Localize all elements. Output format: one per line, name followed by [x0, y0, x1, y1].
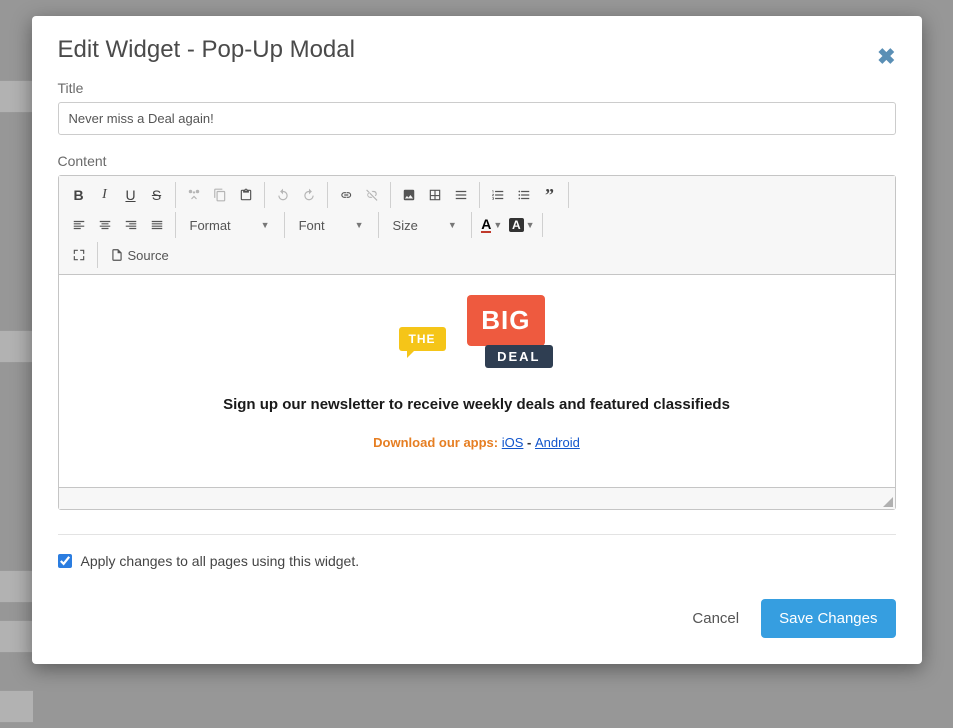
close-icon[interactable]: ✖	[877, 46, 895, 68]
bold-icon[interactable]: B	[67, 182, 91, 208]
rich-text-editor: B I U S	[58, 175, 896, 510]
save-changes-button[interactable]: Save Changes	[761, 599, 895, 638]
size-label: Size	[393, 218, 418, 233]
editor-toolbar: B I U S	[59, 176, 895, 275]
italic-icon[interactable]: I	[93, 182, 117, 208]
content-label: Content	[58, 153, 896, 169]
horizontal-rule-icon[interactable]	[449, 182, 473, 208]
download-label: Download our apps:	[373, 435, 498, 450]
modal-overlay: Edit Widget - Pop-Up Modal ✖ Title Conte…	[0, 0, 953, 728]
unlink-icon[interactable]	[360, 182, 384, 208]
undo-icon[interactable]	[271, 182, 295, 208]
chevron-down-icon: ▼	[526, 220, 535, 230]
numbered-list-icon[interactable]	[486, 182, 510, 208]
bg-color-button[interactable]: A▼	[508, 213, 536, 237]
blockquote-icon[interactable]: ”	[538, 182, 562, 208]
maximize-icon[interactable]	[67, 242, 91, 268]
align-left-icon[interactable]	[67, 212, 91, 238]
edit-widget-modal: Edit Widget - Pop-Up Modal ✖ Title Conte…	[32, 16, 922, 664]
format-label: Format	[190, 218, 231, 233]
android-link[interactable]: Android	[535, 435, 580, 450]
image-icon[interactable]	[397, 182, 421, 208]
modal-title: Edit Widget - Pop-Up Modal	[58, 36, 896, 64]
modal-footer: Cancel Save Changes	[32, 569, 922, 664]
bullet-list-icon[interactable]	[512, 182, 536, 208]
source-label: Source	[128, 248, 169, 263]
underline-icon[interactable]: U	[119, 182, 143, 208]
big-deal-logo: THE BIG DEAL	[399, 295, 555, 373]
modal-header: Edit Widget - Pop-Up Modal ✖	[32, 16, 922, 74]
apply-all-checkbox[interactable]	[58, 554, 72, 568]
logo-deal: DEAL	[485, 345, 552, 368]
align-center-icon[interactable]	[93, 212, 117, 238]
apply-all-label: Apply changes to all pages using this wi…	[81, 553, 360, 569]
separator: -	[527, 435, 535, 450]
chevron-down-icon: ▼	[448, 220, 457, 230]
title-input[interactable]	[58, 102, 896, 135]
link-icon[interactable]	[334, 182, 358, 208]
logo-the: THE	[399, 327, 446, 351]
chevron-down-icon: ▼	[355, 220, 364, 230]
font-label: Font	[299, 218, 325, 233]
align-justify-icon[interactable]	[145, 212, 169, 238]
newsletter-headline: Sign up our newsletter to receive weekly…	[71, 396, 883, 413]
cancel-button[interactable]: Cancel	[692, 610, 739, 627]
title-label: Title	[58, 80, 896, 96]
size-select[interactable]: Size ▼	[385, 212, 465, 238]
text-color-button[interactable]: A▼	[478, 213, 506, 237]
download-apps-line: Download our apps: iOS - Android	[71, 435, 883, 450]
modal-body: Title Content B I U S	[32, 74, 922, 569]
ios-link[interactable]: iOS	[502, 435, 524, 450]
copy-icon[interactable]	[208, 182, 232, 208]
align-right-icon[interactable]	[119, 212, 143, 238]
font-select[interactable]: Font ▼	[291, 212, 372, 238]
chevron-down-icon: ▼	[261, 220, 270, 230]
strikethrough-icon[interactable]: S	[145, 182, 169, 208]
resize-handle-icon[interactable]	[881, 495, 893, 507]
cut-icon[interactable]	[182, 182, 206, 208]
table-icon[interactable]	[423, 182, 447, 208]
redo-icon[interactable]	[297, 182, 321, 208]
editor-content-area[interactable]: THE BIG DEAL Sign up our newsletter to r…	[59, 275, 895, 487]
logo-big: BIG	[467, 295, 544, 346]
format-select[interactable]: Format ▼	[182, 212, 278, 238]
paste-icon[interactable]	[234, 182, 258, 208]
chevron-down-icon: ▼	[493, 220, 502, 230]
apply-all-row[interactable]: Apply changes to all pages using this wi…	[58, 553, 896, 569]
divider	[58, 534, 896, 535]
source-button[interactable]: Source	[104, 242, 175, 268]
editor-footer	[59, 487, 895, 509]
